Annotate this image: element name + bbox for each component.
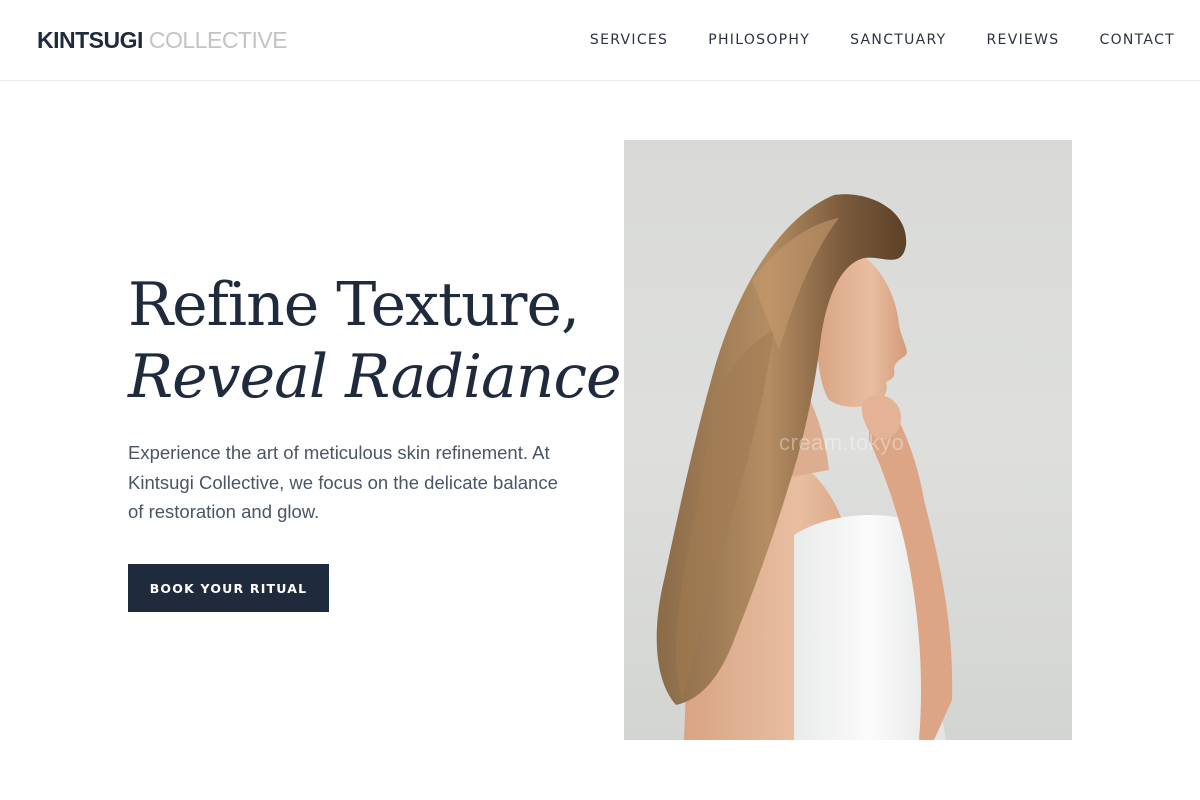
nav-item-reviews[interactable]: REVIEWS: [987, 30, 1060, 50]
nav-item-sanctuary[interactable]: SANCTUARY: [850, 30, 946, 50]
book-ritual-button[interactable]: BOOK YOUR RITUAL: [128, 564, 329, 612]
brand-name-strong: KINTSUGI: [37, 27, 143, 53]
hero-section: Refine Texture, Reveal Radiance. Experie…: [0, 81, 1200, 800]
brand-logo[interactable]: KINTSUGI COLLECTIVE: [37, 26, 288, 54]
hero-title: Refine Texture, Reveal Radiance.: [128, 269, 640, 413]
hero-title-line1: Refine Texture,: [128, 270, 580, 340]
site-header: KINTSUGI COLLECTIVE SERVICES PHILOSOPHY S…: [0, 0, 1200, 81]
image-watermark: cream.tokyo: [779, 430, 905, 455]
brand-name-light: COLLECTIVE: [148, 27, 288, 53]
hero-title-line2: Reveal Radiance.: [128, 342, 640, 412]
nav-item-services[interactable]: SERVICES: [590, 30, 668, 50]
nav-item-contact[interactable]: CONTACT: [1100, 30, 1176, 50]
hero-description: Experience the art of meticulous skin re…: [128, 442, 558, 522]
nav-item-philosophy[interactable]: PHILOSOPHY: [708, 30, 810, 50]
hero-image: cream.tokyo: [624, 140, 1072, 740]
main-nav: SERVICES PHILOSOPHY SANCTUARY REVIEWS CO…: [590, 30, 1175, 50]
